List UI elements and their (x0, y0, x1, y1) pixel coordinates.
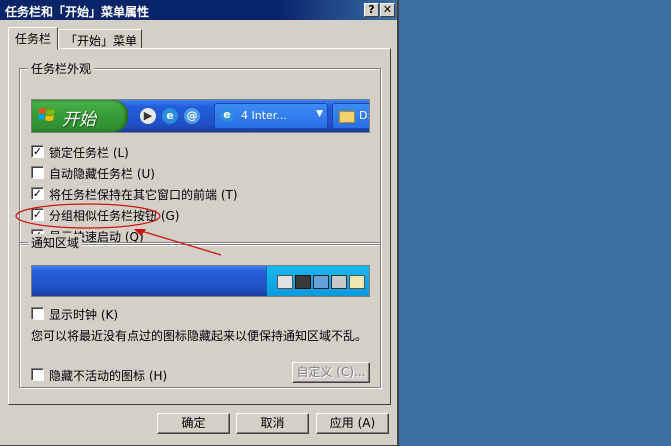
media-player-icon: ▶ (140, 108, 156, 124)
apply-button[interactable]: 应用 (A) (316, 413, 389, 434)
start-label: 开始 (62, 110, 96, 130)
monitor-icon (313, 275, 329, 289)
checkbox[interactable] (31, 307, 44, 320)
taskbar-item-label: 4 Inter... (241, 109, 287, 122)
printer-icon (349, 275, 365, 289)
window-title: 任务栏和「开始」菜单属性 (5, 5, 150, 19)
taskbar-appearance-group: 任务栏外观 开始 ▶ e @ e 4 Inter... ▼ D: ✓ 锁定任务栏… (19, 60, 381, 245)
taskbar-item-ie: e 4 Inter... ▼ (214, 103, 328, 129)
tab-start-menu[interactable]: 「开始」菜单 (58, 29, 142, 49)
notification-description: 您可以将最近没有点过的图标隐藏起来以便保持通知区域不乱。 (31, 329, 368, 343)
checkbox-label: 自动隐藏任务栏 (U) (49, 167, 155, 181)
checkbox[interactable]: ✓ (31, 145, 44, 158)
group-legend: 任务栏外观 (28, 60, 95, 77)
checkbox-label: 显示时钟 (K) (49, 308, 119, 322)
network-icon (295, 275, 311, 289)
chevron-down-icon: ▼ (316, 109, 323, 119)
checkbox[interactable] (31, 166, 44, 179)
taskbar-properties-dialog: 任务栏和「开始」菜单属性 ? ✕ 任务栏 「开始」菜单 任务栏外观 开始 ▶ e… (0, 0, 399, 446)
notification-area-group: 通知区域 显示时钟 (K) 您可以将最近没有点过的图标隐藏起来以便保持通知区域不… (19, 234, 381, 388)
folder-icon (339, 111, 355, 123)
group-legend: 通知区域 (28, 234, 83, 251)
start-button-preview: 开始 (32, 100, 128, 132)
outlook-express-icon: @ (184, 108, 200, 124)
notification-area-preview-image (31, 265, 370, 297)
ie-icon: e (220, 108, 234, 122)
windows-logo-icon (38, 108, 55, 121)
ok-button[interactable]: 确定 (157, 413, 230, 434)
close-button[interactable]: ✕ (380, 3, 395, 17)
taskbar-item-folder: D: (332, 103, 370, 129)
checkbox-label: 分组相似任务栏按钮 (G) (49, 209, 180, 223)
taskbar-item-label: D: (359, 109, 370, 122)
customize-button[interactable]: 自定义 (C)... (292, 362, 370, 383)
cancel-button[interactable]: 取消 (236, 413, 309, 434)
checkbox[interactable] (31, 368, 44, 381)
ie-icon: e (162, 108, 178, 124)
tab-taskbar[interactable]: 任务栏 (8, 27, 58, 50)
title-bar[interactable]: 任务栏和「开始」菜单属性 ? ✕ (0, 0, 397, 20)
checkbox[interactable]: ✓ (31, 208, 44, 221)
tab-panel-taskbar: 任务栏外观 开始 ▶ e @ e 4 Inter... ▼ D: ✓ 锁定任务栏… (8, 48, 391, 405)
checkbox[interactable]: ✓ (31, 187, 44, 200)
computers-icon (331, 275, 347, 289)
tray-area (266, 266, 369, 296)
taskbar-preview-image: 开始 ▶ e @ e 4 Inter... ▼ D: (31, 99, 370, 133)
speaker-icon (277, 275, 293, 289)
checkbox-label: 锁定任务栏 (L) (49, 146, 129, 160)
checkbox-label: 隐藏不活动的图标 (H) (49, 369, 168, 383)
help-button[interactable]: ? (364, 3, 379, 17)
checkbox-label: 将任务栏保持在其它窗口的前端 (T) (49, 188, 238, 202)
